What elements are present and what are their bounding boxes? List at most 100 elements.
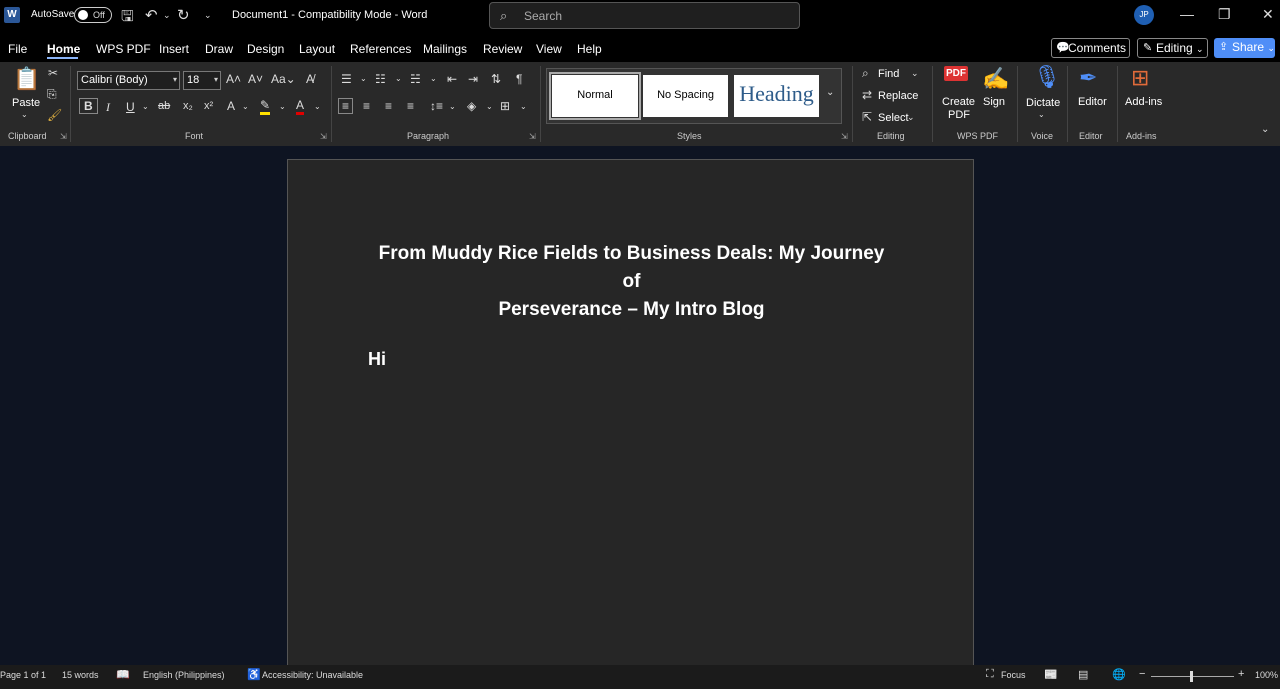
style-heading[interactable]: Heading xyxy=(734,75,819,117)
underline-dropdown-icon[interactable]: ⌄ xyxy=(142,102,149,111)
heading-line-2[interactable]: Perseverance – My Intro Blog xyxy=(368,296,895,324)
clear-formatting-icon[interactable]: A̸ xyxy=(306,72,314,86)
grow-font-icon[interactable]: A˄ xyxy=(226,72,241,86)
search-box[interactable]: ⌕ Search xyxy=(489,2,800,29)
bold-icon[interactable]: B xyxy=(79,98,98,114)
zoom-in-icon[interactable]: + xyxy=(1238,668,1244,680)
undo-dropdown-icon[interactable]: ⌄ xyxy=(163,10,171,21)
user-avatar[interactable]: JP xyxy=(1134,5,1154,25)
undo-icon[interactable]: ↶ xyxy=(145,6,158,24)
heading-line-1[interactable]: From Muddy Rice Fields to Business Deals… xyxy=(368,240,895,296)
accessibility-icon[interactable]: ♿ xyxy=(247,668,261,681)
tab-layout[interactable]: Layout xyxy=(299,42,335,56)
tab-references[interactable]: References xyxy=(350,42,411,56)
zoom-level[interactable]: 100% xyxy=(1255,670,1278,680)
justify-icon[interactable]: ≡ xyxy=(407,99,414,113)
redo-icon[interactable]: ↻ xyxy=(177,6,190,24)
microphone-icon[interactable]: 🎙 xyxy=(1033,64,1061,90)
addins-label[interactable]: Add-ins xyxy=(1125,96,1162,108)
select-icon[interactable]: ⇱ xyxy=(862,110,872,124)
word-count[interactable]: 15 words xyxy=(62,670,99,680)
print-layout-icon[interactable]: ▤ xyxy=(1078,668,1088,681)
select-label[interactable]: Select xyxy=(878,112,909,124)
dictate-dropdown-icon[interactable]: ⌄ xyxy=(1038,110,1045,119)
sign-label[interactable]: Sign xyxy=(983,96,1005,108)
copy-icon[interactable]: ⎘ xyxy=(47,87,57,102)
superscript-icon[interactable]: x² xyxy=(204,100,213,112)
bullets-icon[interactable]: ☰ xyxy=(341,72,352,86)
tab-insert[interactable]: Insert xyxy=(159,42,189,56)
paste-dropdown-icon[interactable]: ⌄ xyxy=(21,110,28,119)
change-case-icon[interactable]: Aa⌄ xyxy=(271,72,296,86)
tab-view[interactable]: View xyxy=(536,42,562,56)
page-count[interactable]: Page 1 of 1 xyxy=(0,670,46,680)
shrink-font-icon[interactable]: A˅ xyxy=(248,72,263,86)
font-launcher-icon[interactable]: ⇲ xyxy=(320,132,327,141)
text-effects-icon[interactable]: A xyxy=(227,99,235,113)
language-indicator[interactable]: English (Philippines) xyxy=(143,670,225,680)
zoom-out-icon[interactable]: − xyxy=(1139,668,1145,680)
decrease-indent-icon[interactable]: ⇤ xyxy=(447,72,457,86)
styles-launcher-icon[interactable]: ⇲ xyxy=(841,132,848,141)
subscript-icon[interactable]: x₂ xyxy=(183,100,193,112)
highlight-icon[interactable]: ✎ xyxy=(260,98,271,115)
close-icon[interactable]: ✕ xyxy=(1262,6,1274,23)
numbering-dropdown-icon[interactable]: ⌄ xyxy=(395,74,402,83)
line-spacing-dropdown-icon[interactable]: ⌄ xyxy=(449,102,456,111)
tab-file[interactable]: File xyxy=(8,42,27,56)
align-right-icon[interactable]: ≡ xyxy=(385,99,392,113)
replace-label[interactable]: Replace xyxy=(878,90,918,102)
autosave-toggle[interactable]: Off xyxy=(74,7,112,23)
proofing-icon[interactable]: 📖 xyxy=(116,668,130,681)
italic-icon[interactable]: I xyxy=(106,100,110,115)
style-normal[interactable]: Normal xyxy=(549,72,641,120)
accessibility-status[interactable]: Accessibility: Unavailable xyxy=(262,670,363,680)
web-layout-icon[interactable]: 🌐 xyxy=(1112,668,1126,681)
zoom-slider-thumb[interactable] xyxy=(1190,671,1193,682)
format-painter-icon[interactable]: 🖌 xyxy=(47,108,62,122)
font-color-dropdown-icon[interactable]: ⌄ xyxy=(314,102,321,111)
find-icon[interactable]: ⌕ xyxy=(862,66,869,81)
align-center-icon[interactable]: ≡ xyxy=(363,99,370,113)
save-icon[interactable]: 🖫 xyxy=(121,6,134,31)
minimize-icon[interactable]: — xyxy=(1180,6,1194,22)
tab-mailings[interactable]: Mailings xyxy=(423,42,467,56)
bullets-dropdown-icon[interactable]: ⌄ xyxy=(360,74,367,83)
find-dropdown-icon[interactable]: ⌄ xyxy=(911,68,919,79)
replace-icon[interactable]: ⇄ xyxy=(862,88,872,102)
tab-draw[interactable]: Draw xyxy=(205,42,233,56)
read-mode-icon[interactable]: 📰 xyxy=(1044,668,1058,681)
tab-help[interactable]: Help xyxy=(577,42,602,56)
highlight-dropdown-icon[interactable]: ⌄ xyxy=(279,102,286,111)
sort-icon[interactable]: ⇅ xyxy=(491,72,501,86)
collapse-ribbon-icon[interactable]: ⌄ xyxy=(1261,124,1269,135)
font-color-icon[interactable]: A xyxy=(296,98,305,115)
paragraph-launcher-icon[interactable]: ⇲ xyxy=(529,132,536,141)
focus-label[interactable]: Focus xyxy=(1001,670,1026,680)
cut-icon[interactable]: ✂ xyxy=(48,66,58,80)
editor-label[interactable]: Editor xyxy=(1078,96,1107,108)
multilevel-dropdown-icon[interactable]: ⌄ xyxy=(430,74,437,83)
sign-icon[interactable]: ✍ xyxy=(982,66,1009,92)
shading-dropdown-icon[interactable]: ⌄ xyxy=(486,102,493,111)
font-name-select[interactable]: Calibri (Body) ▾ xyxy=(77,71,180,90)
document-body-text[interactable]: Hi xyxy=(368,349,386,370)
editor-icon[interactable]: ✒ xyxy=(1079,65,1097,91)
text-effects-dropdown-icon[interactable]: ⌄ xyxy=(242,102,249,111)
borders-dropdown-icon[interactable]: ⌄ xyxy=(520,102,527,111)
document-heading[interactable]: From Muddy Rice Fields to Business Deals… xyxy=(368,240,895,324)
line-spacing-icon[interactable]: ↕≡ xyxy=(430,99,443,113)
create-pdf-label-2[interactable]: PDF xyxy=(948,109,970,121)
create-pdf-icon[interactable]: PDF xyxy=(944,66,968,81)
align-left-icon[interactable]: ≡ xyxy=(338,98,354,114)
clipboard-launcher-icon[interactable]: ⇲ xyxy=(60,132,67,141)
tab-wps-pdf[interactable]: WPS PDF xyxy=(96,42,151,56)
numbering-icon[interactable]: ☷ xyxy=(375,72,386,86)
editing-mode-button[interactable]: ✎ Editing ⌄ xyxy=(1137,38,1208,58)
document-page[interactable]: From Muddy Rice Fields to Business Deals… xyxy=(287,159,974,665)
underline-icon[interactable]: U xyxy=(126,100,135,114)
tab-home[interactable]: Home xyxy=(47,42,80,56)
paste-icon[interactable]: 📋 xyxy=(13,66,40,92)
addins-icon[interactable]: ⊞ xyxy=(1131,65,1149,91)
styles-more-icon[interactable]: ⌄ xyxy=(826,87,834,98)
